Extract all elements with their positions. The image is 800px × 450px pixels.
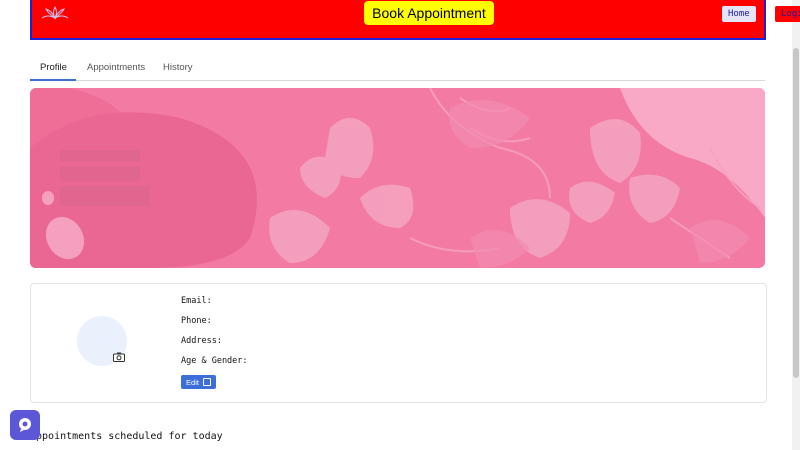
tab-profile[interactable]: Profile <box>40 62 67 73</box>
book-appointment-button[interactable]: Book Appointment <box>364 1 494 25</box>
header-bar: Book Appointment Home Login <box>30 0 800 40</box>
age-gender-label: Age & Gender: <box>181 356 248 366</box>
phone-label: Phone: <box>181 316 212 326</box>
lotus-logo-icon[interactable] <box>38 4 72 22</box>
page-scrollbar-track[interactable] <box>792 0 800 450</box>
edit-profile-button[interactable]: Edit <box>181 375 216 389</box>
edit-button-label: Edit <box>186 377 199 387</box>
today-appointments-heading: Appointments scheduled for today <box>30 431 223 442</box>
address-label: Address: <box>181 336 222 346</box>
active-tab-indicator <box>30 79 76 81</box>
camera-icon[interactable] <box>113 352 125 362</box>
page-scrollbar-thumb[interactable] <box>793 48 799 378</box>
profile-tabs: Profile Appointments History <box>30 58 765 81</box>
tab-history[interactable]: History <box>163 62 193 73</box>
edit-square-icon <box>202 378 211 386</box>
chat-bot-icon <box>19 418 31 432</box>
nav-home-link[interactable]: Home <box>722 6 756 22</box>
banner-skeleton-line <box>60 150 140 161</box>
tropical-floral-pattern <box>30 88 765 268</box>
chat-bot-button[interactable] <box>10 410 40 440</box>
tab-appointments[interactable]: Appointments <box>87 62 145 73</box>
banner-skeleton-line <box>60 167 140 181</box>
banner-skeleton-line <box>60 186 150 206</box>
nav-login-link[interactable]: Login <box>775 6 800 22</box>
profile-banner <box>30 88 765 268</box>
email-label: Email: <box>181 296 212 306</box>
profile-card: Email: Phone: Address: Age & Gender: Edi… <box>30 283 767 403</box>
